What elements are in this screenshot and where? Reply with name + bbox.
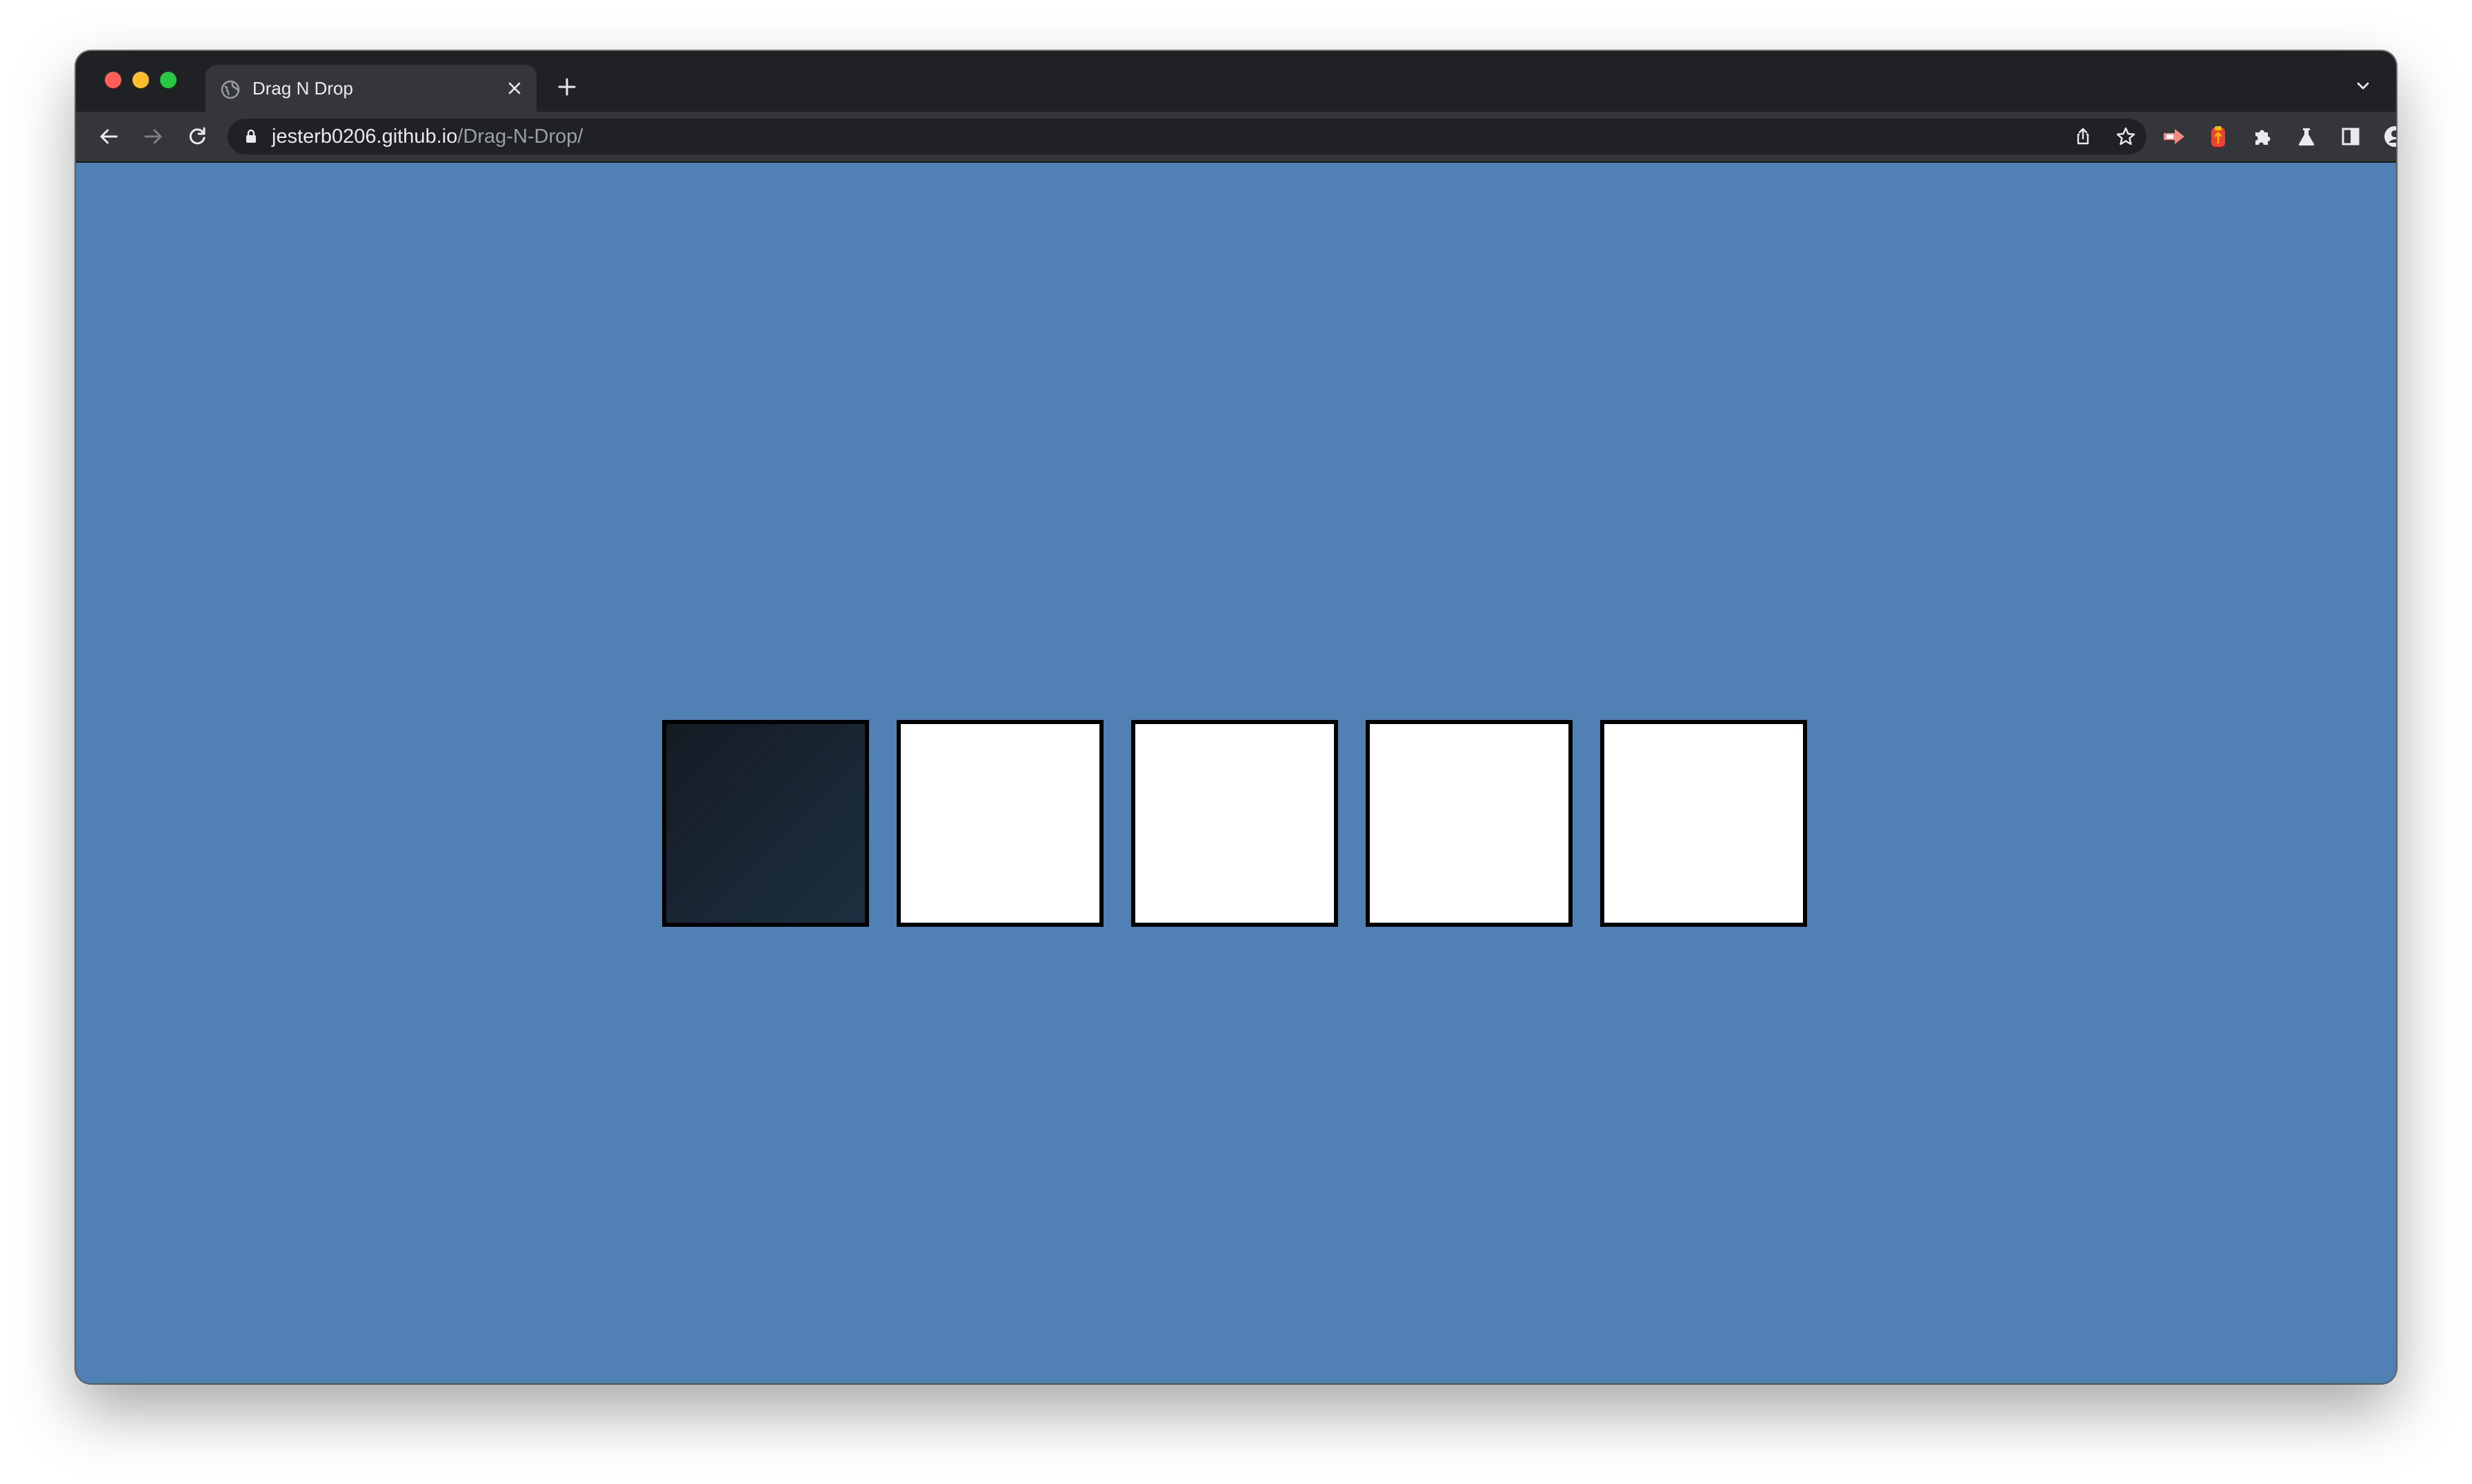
drop-box-2[interactable] [897, 720, 1104, 927]
arrow-left-icon[interactable] [94, 121, 124, 152]
close-icon[interactable] [502, 76, 527, 101]
extension-red-badge-icon[interactable] [2203, 121, 2233, 152]
share-icon[interactable] [2069, 123, 2097, 150]
browser-window: Drag N Drop jesterb0206.github.io/Drag-N… [76, 51, 2396, 1383]
drop-box-4[interactable] [1366, 720, 1573, 927]
profile-icon[interactable] [2380, 121, 2396, 152]
lock-icon[interactable] [243, 128, 259, 145]
address-bar[interactable]: jesterb0206.github.io/Drag-N-Drop/ [228, 119, 2146, 154]
puzzle-icon[interactable] [2247, 121, 2277, 152]
close-window-button[interactable] [105, 72, 121, 88]
flask-icon[interactable] [2291, 121, 2322, 152]
drop-box-3[interactable] [1131, 720, 1338, 927]
maximize-window-button[interactable] [160, 72, 177, 88]
globe-icon [221, 80, 240, 99]
tab-drag-n-drop[interactable]: Drag N Drop [206, 65, 537, 112]
url-text[interactable]: jesterb0206.github.io/Drag-N-Drop/ [272, 124, 583, 149]
minimize-window-button[interactable] [132, 72, 149, 88]
arrow-right-icon[interactable] [138, 121, 168, 152]
url-path: /Drag-N-Drop/ [457, 126, 584, 148]
drop-box-1-with-draggable-item[interactable] [662, 720, 869, 927]
browser-toolbar: jesterb0206.github.io/Drag-N-Drop/ [76, 112, 2396, 163]
drop-box-5[interactable] [1600, 720, 1807, 927]
reload-icon[interactable] [182, 121, 212, 152]
extension-red-arrow-icon[interactable] [2159, 121, 2189, 152]
drop-zone-row [662, 720, 1807, 927]
url-host: jesterb0206.github.io [272, 126, 458, 148]
tab-title: Drag N Drop [252, 78, 353, 99]
side-panel-icon[interactable] [2335, 121, 2366, 152]
chevron-down-icon[interactable] [2349, 72, 2377, 99]
page-content [76, 163, 2396, 1383]
star-icon[interactable] [2112, 123, 2140, 150]
tab-strip: Drag N Drop [76, 51, 2396, 112]
plus-icon[interactable] [550, 70, 584, 103]
